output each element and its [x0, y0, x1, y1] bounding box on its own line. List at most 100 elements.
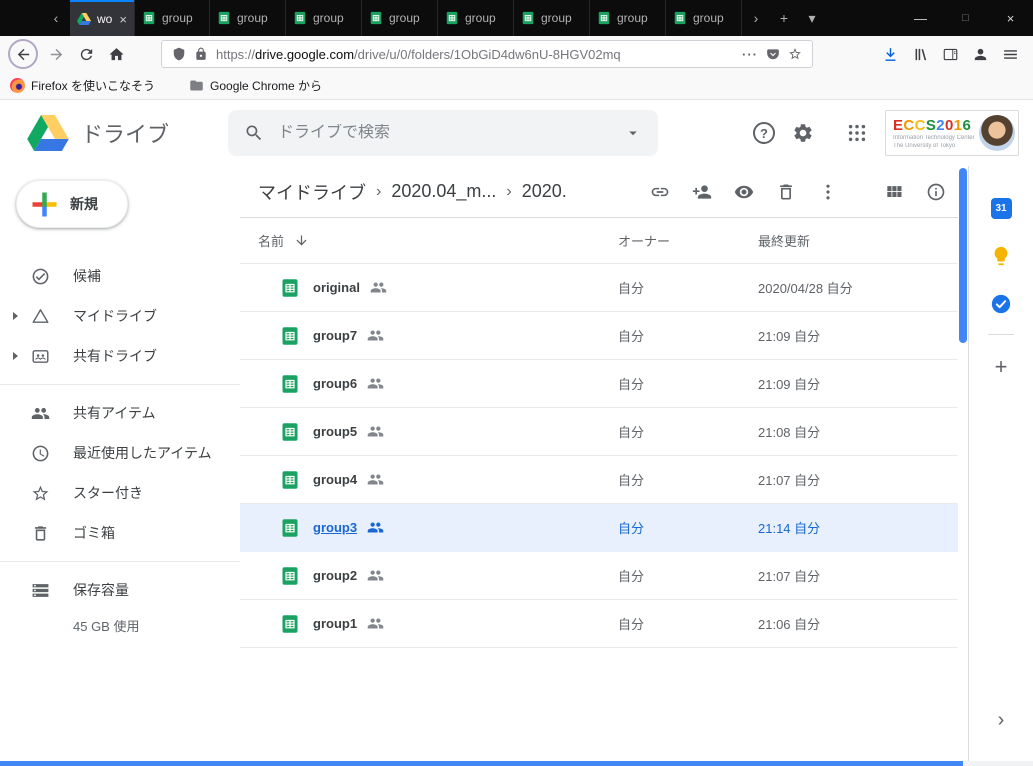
tab-close-icon[interactable]: ×: [119, 12, 127, 27]
bookmark-item[interactable]: Google Chrome から: [189, 77, 322, 94]
column-header-modified[interactable]: 最終更新: [758, 231, 958, 250]
file-name[interactable]: group1: [313, 616, 357, 631]
info-icon[interactable]: [916, 172, 956, 212]
preview-eye-icon[interactable]: [724, 172, 764, 212]
home-button[interactable]: [101, 39, 131, 69]
file-name[interactable]: group3: [313, 520, 357, 535]
bookmark-item[interactable]: Firefox を使いこなそう: [10, 77, 155, 94]
avatar[interactable]: [979, 115, 1015, 151]
account-button[interactable]: [965, 39, 995, 69]
breadcrumb-item[interactable]: マイドライブ: [258, 179, 366, 205]
back-button[interactable]: [8, 39, 38, 69]
account-card[interactable]: ECCS2016 Information Technology Center T…: [885, 110, 1019, 156]
browser-tab[interactable]: group: [590, 0, 666, 36]
settings-gear-icon[interactable]: [791, 121, 815, 145]
sidebar-item-people[interactable]: 共有アイテム: [0, 393, 240, 433]
browser-tab[interactable]: group: [362, 0, 438, 36]
maximize-button[interactable]: □: [943, 0, 988, 36]
grid-view-icon[interactable]: [874, 172, 914, 212]
pocket-icon[interactable]: [766, 47, 780, 61]
file-name-cell: original: [240, 278, 618, 298]
sidebar-item-storage[interactable]: 保存容量: [0, 570, 240, 610]
bookmark-star-icon[interactable]: [788, 47, 802, 61]
file-row[interactable]: group1自分21:06 自分: [240, 600, 958, 648]
file-row[interactable]: group2自分21:07 自分: [240, 552, 958, 600]
column-header-owner[interactable]: オーナー: [618, 231, 758, 250]
search-bar[interactable]: [228, 110, 658, 156]
collapse-panel-icon[interactable]: ›: [969, 709, 1033, 732]
tracking-shield-icon[interactable]: [172, 47, 186, 61]
downloads-button[interactable]: [875, 39, 905, 69]
tab-scroll-right-button[interactable]: ›: [742, 0, 770, 36]
scrollbar-thumb[interactable]: [959, 168, 967, 343]
menu-button[interactable]: [995, 39, 1025, 69]
close-button[interactable]: ×: [988, 0, 1033, 36]
breadcrumb-item[interactable]: 2020.: [522, 181, 567, 202]
sidebar-item-my-drive[interactable]: マイドライブ: [0, 296, 240, 336]
file-name[interactable]: group7: [313, 328, 357, 343]
search-input[interactable]: [278, 124, 610, 142]
sidebar-item-shared-drive[interactable]: 共有ドライブ: [0, 336, 240, 376]
sort-arrow-down-icon[interactable]: [294, 233, 309, 248]
file-name[interactable]: original: [313, 280, 360, 295]
file-row[interactable]: group7自分21:09 自分: [240, 312, 958, 360]
scrollbar-thumb[interactable]: [0, 761, 963, 766]
file-name[interactable]: group6: [313, 376, 357, 391]
url-bar[interactable]: https://drive.google.com/drive/u/0/folde…: [161, 40, 813, 68]
more-actions-icon[interactable]: [808, 172, 848, 212]
minimize-button[interactable]: —: [898, 0, 943, 36]
search-options-caret-icon[interactable]: [624, 124, 642, 142]
breadcrumb-item[interactable]: 2020.04_m...: [391, 181, 496, 202]
tasks-icon[interactable]: [981, 284, 1021, 324]
forward-button[interactable]: [41, 39, 71, 69]
browser-tab[interactable]: group: [210, 0, 286, 36]
browser-tab[interactable]: group: [286, 0, 362, 36]
file-name[interactable]: group5: [313, 424, 357, 439]
vertical-scrollbar[interactable]: [959, 168, 967, 764]
all-tabs-button[interactable]: ▾: [798, 0, 826, 36]
column-header-name[interactable]: 名前: [240, 231, 618, 250]
library-button[interactable]: [905, 39, 935, 69]
file-row[interactable]: group4自分21:07 自分: [240, 456, 958, 504]
sidebar-item-trash[interactable]: ゴミ箱: [0, 513, 240, 553]
sidebar-item-check-circle[interactable]: 候補: [0, 256, 240, 296]
expand-caret-icon[interactable]: [13, 352, 18, 360]
help-button[interactable]: ?: [753, 122, 775, 144]
expand-caret-icon[interactable]: [13, 312, 18, 320]
new-tab-button[interactable]: +: [770, 0, 798, 36]
get-link-icon[interactable]: [640, 172, 680, 212]
active-tab[interactable]: wo ×: [70, 0, 134, 36]
lightbulb-icon: [990, 245, 1012, 267]
sidebar-toggle-button[interactable]: [935, 39, 965, 69]
browser-tab[interactable]: group: [514, 0, 590, 36]
calendar-icon[interactable]: 31: [981, 188, 1021, 228]
search-icon[interactable]: [244, 123, 264, 143]
main-content: マイドライブ›2020.04_m...›2020. 名前 オーナー 最終: [240, 166, 968, 766]
sidebar-item-clock[interactable]: 最近使用したアイテム: [0, 433, 240, 473]
file-row[interactable]: group6自分21:09 自分: [240, 360, 958, 408]
file-name[interactable]: group2: [313, 568, 357, 583]
file-row[interactable]: group5自分21:08 自分: [240, 408, 958, 456]
page-actions-button[interactable]: ···: [742, 47, 758, 62]
file-name-cell: group4: [240, 470, 618, 490]
file-name[interactable]: group4: [313, 472, 357, 487]
google-apps-grid-icon[interactable]: [845, 121, 869, 145]
add-addon-button[interactable]: +: [981, 347, 1021, 387]
drive-logo-area[interactable]: ドライブ: [0, 115, 228, 151]
keep-icon[interactable]: [981, 236, 1021, 276]
browser-tab[interactable]: group: [438, 0, 514, 36]
trash-icon[interactable]: [766, 172, 806, 212]
sidebar-item-star[interactable]: スター付き: [0, 473, 240, 513]
browser-tab[interactable]: group: [666, 0, 742, 36]
reload-button[interactable]: [71, 39, 101, 69]
sheets-file-icon: [280, 278, 300, 298]
arrow-back-icon: [15, 46, 32, 63]
new-button[interactable]: 新規: [16, 180, 128, 228]
file-row[interactable]: original自分2020/04/28 自分: [240, 264, 958, 312]
tab-scroll-left-button[interactable]: ‹: [42, 0, 70, 36]
browser-tab[interactable]: group: [134, 0, 210, 36]
file-row[interactable]: group3自分21:14 自分: [240, 504, 958, 552]
horizontal-scrollbar[interactable]: [0, 761, 1033, 766]
file-name-cell: group6: [240, 374, 618, 394]
share-person-add-icon[interactable]: [682, 172, 722, 212]
